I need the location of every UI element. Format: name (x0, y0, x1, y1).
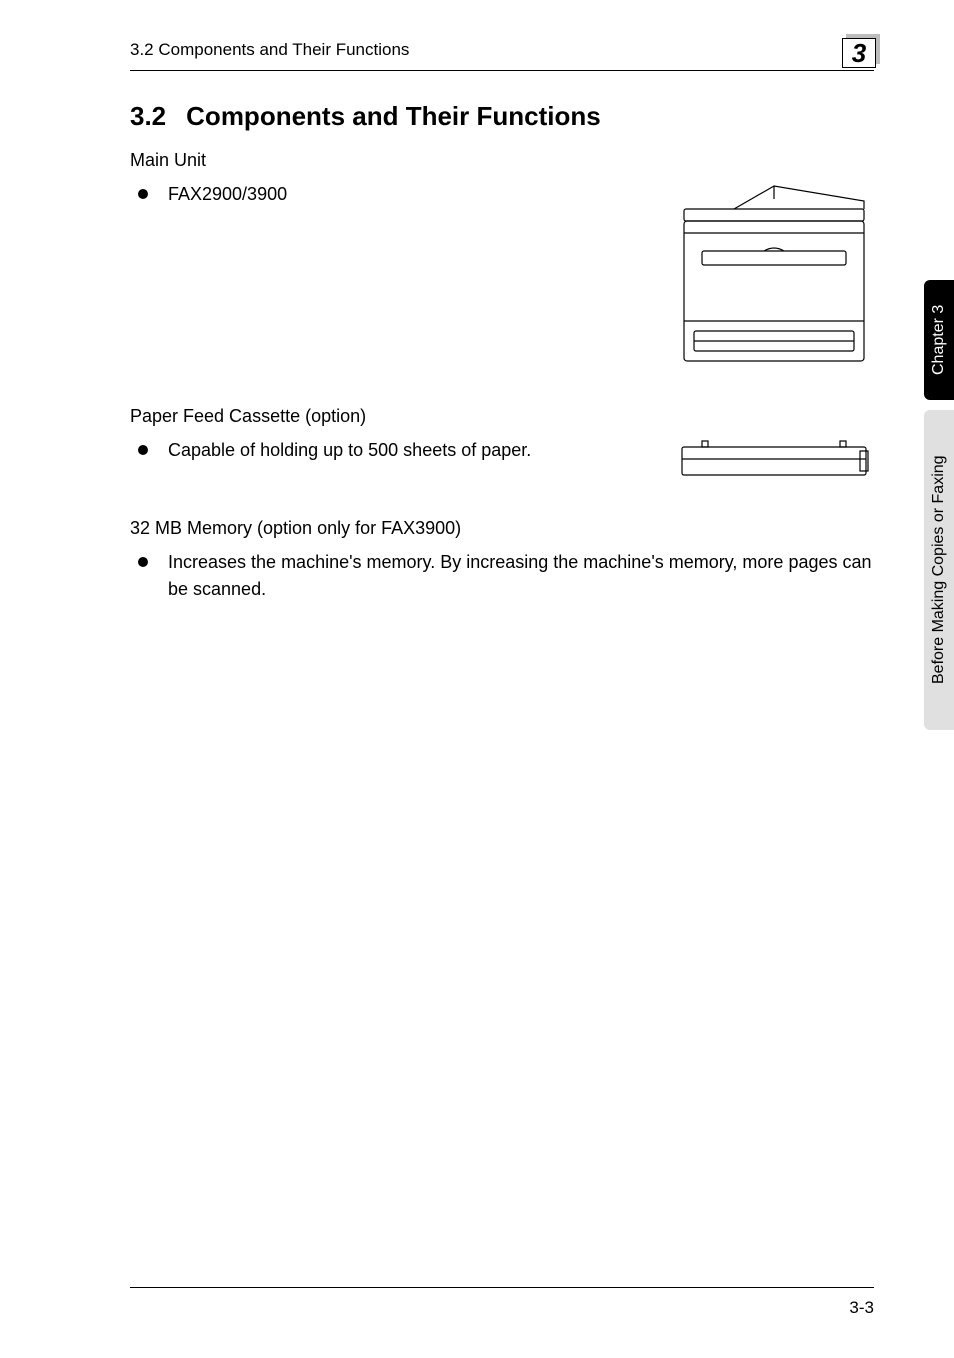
paper-cassette-bullet: Capable of holding up to 500 sheets of p… (138, 437, 654, 464)
main-unit-bullet: FAX2900/3900 (138, 181, 654, 208)
paper-cassette-label: Paper Feed Cassette (option) (130, 406, 874, 427)
chapter-number: 3 (842, 38, 876, 68)
running-head: 3.2 Components and Their Functions (130, 40, 409, 62)
section-title-text: Components and Their Functions (186, 101, 601, 131)
section-title: 3.2 Components and Their Functions (130, 101, 874, 132)
side-tab-chapter: Chapter 3 (924, 280, 954, 400)
side-tab-section: Before Making Copies or Faxing (924, 410, 954, 730)
memory-bullet: Increases the machine's memory. By incre… (138, 549, 874, 603)
paper-cassette-illustration (674, 437, 874, 488)
header-row: 3.2 Components and Their Functions 3 (130, 40, 874, 71)
main-unit-illustration (674, 181, 874, 376)
main-unit-label: Main Unit (130, 150, 874, 171)
footer: 3-3 (130, 1287, 874, 1318)
chapter-tab: 3 (842, 34, 880, 68)
page-number: 3-3 (849, 1298, 874, 1317)
memory-label: 32 MB Memory (option only for FAX3900) (130, 518, 874, 539)
section-number: 3.2 (130, 101, 166, 132)
